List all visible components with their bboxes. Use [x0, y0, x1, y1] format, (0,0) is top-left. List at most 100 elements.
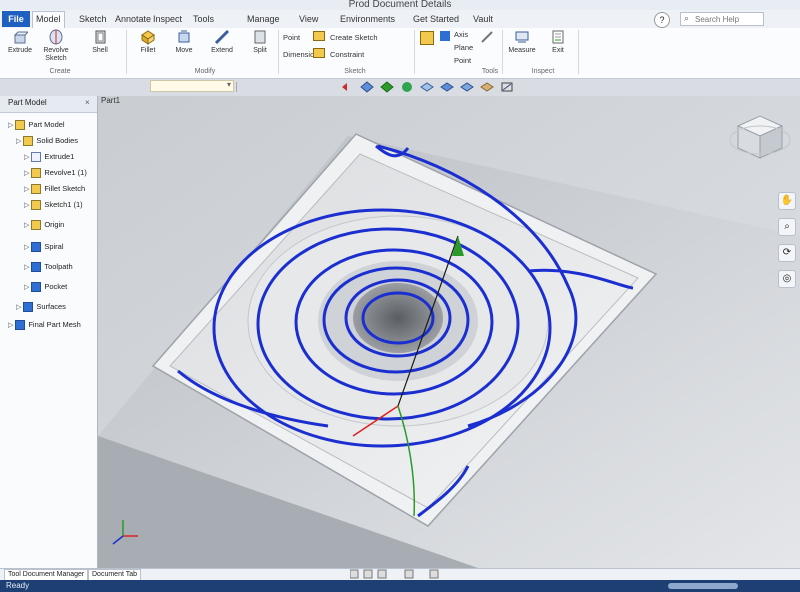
plane-item[interactable]: Plane [454, 43, 473, 53]
shell-label: Shell [92, 47, 108, 54]
expand-icon[interactable]: ▷ [24, 264, 31, 271]
shell-button[interactable]: Shell [82, 29, 118, 55]
tree-node-label: Final Part Mesh [28, 320, 81, 329]
tab-environments[interactable]: Environments [337, 12, 398, 26]
point-work-item[interactable]: Point [454, 56, 471, 66]
tree-node-label: Origin [44, 220, 65, 229]
view-orientation-dropdown[interactable] [150, 80, 234, 92]
body-icon [31, 282, 42, 293]
tab-tools[interactable]: Tools [190, 12, 217, 26]
tab-file[interactable]: File [2, 11, 30, 27]
axis-item[interactable]: Axis [454, 30, 468, 40]
tab-view[interactable]: View [296, 12, 321, 26]
shell-icon [95, 30, 106, 44]
tree-node[interactable]: ▷ Spiral [24, 240, 64, 254]
tree-node-label: Spiral [44, 242, 64, 251]
visual-style-icon[interactable] [380, 81, 394, 93]
sketch-icon [313, 31, 325, 41]
zoom-icon[interactable]: ⌕ [778, 218, 796, 236]
tree-node[interactable]: ▷ Revolve1 (1) [24, 166, 87, 180]
tab-vault[interactable]: Vault [470, 12, 496, 26]
extrude-button[interactable]: Extrude [2, 29, 38, 55]
move-icon [178, 30, 190, 43]
axis-icon [420, 31, 434, 45]
appearance-icon[interactable] [500, 81, 514, 93]
shaded-view-icon[interactable] [360, 81, 374, 93]
body-icon [23, 302, 34, 313]
split-icon [254, 30, 266, 44]
pencil-icon [480, 30, 494, 44]
tab-manage[interactable]: Manage [244, 12, 283, 26]
orbit-icon[interactable]: ⟳ [778, 244, 796, 262]
tree-node[interactable]: ▷ Toolpath [24, 260, 73, 274]
wireframe-icon[interactable] [420, 81, 434, 93]
tab-annotate[interactable]: Annotate [112, 12, 154, 26]
fillet-icon [141, 30, 155, 45]
measure-icon [515, 31, 529, 43]
move-button[interactable]: Move [166, 29, 202, 55]
close-icon[interactable]: × [85, 98, 90, 107]
tab-get-started[interactable]: Get Started [410, 12, 462, 26]
expand-icon[interactable]: ▷ [24, 244, 31, 251]
tree-node[interactable]: ▷ Extrude1 [24, 150, 74, 164]
exit-button[interactable]: Exit [540, 29, 576, 55]
split-button[interactable]: Split [242, 29, 278, 55]
pan-icon[interactable]: ✋ [778, 192, 796, 210]
view-controls[interactable] [349, 569, 450, 579]
body-icon [31, 262, 42, 273]
constraint-item[interactable]: Constraint [330, 50, 364, 60]
help-icon[interactable]: ? [654, 12, 670, 28]
viewport-canvas[interactable] [98, 96, 800, 568]
tree-node[interactable]: ▷ Solid Bodies [16, 134, 78, 148]
expand-icon[interactable]: ▷ [8, 122, 15, 129]
expand-icon[interactable]: ▷ [24, 154, 31, 161]
render-icon[interactable] [400, 81, 414, 93]
revolve-sketch-button[interactable]: Revolve Sketch [38, 29, 74, 63]
fillet-button[interactable]: Fillet [130, 29, 166, 55]
tree-node[interactable]: ▷ Fillet Sketch [24, 182, 85, 196]
expand-icon[interactable]: ▷ [24, 186, 31, 193]
tab-inspect[interactable]: Inspect [150, 12, 185, 26]
window-title: Prod Document Details [348, 0, 452, 10]
tree-node-label: Part Model [28, 120, 65, 129]
hidden-edges-icon[interactable] [440, 81, 454, 93]
expand-icon[interactable]: ▷ [24, 284, 31, 291]
dimension-icon [313, 48, 325, 58]
document-icon [31, 152, 42, 163]
tree-node[interactable]: ▷ Sketch1 (1) [24, 198, 83, 212]
expand-icon[interactable]: ▷ [24, 222, 31, 229]
create-sketch-item[interactable]: Create Sketch [330, 33, 378, 43]
tab-sketch[interactable]: Sketch [76, 12, 110, 26]
tree-node[interactable]: ▷ Part Model [8, 118, 65, 132]
expand-icon[interactable]: ▷ [8, 322, 15, 329]
expand-icon[interactable]: ▷ [16, 138, 23, 145]
point-item[interactable]: Point [283, 33, 300, 43]
tree-node[interactable]: ▷ Surfaces [16, 300, 66, 314]
graphics-viewport[interactable] [98, 96, 800, 568]
tree-node[interactable]: ▷ Pocket [24, 280, 67, 294]
expand-icon[interactable]: ▷ [24, 170, 31, 177]
zoom-slider[interactable] [668, 583, 738, 589]
tree-node[interactable]: ▷ Origin [24, 218, 64, 232]
feature-icon [31, 184, 42, 195]
look-at-icon[interactable]: ◎ [778, 270, 796, 288]
move-label: Move [175, 47, 193, 54]
extend-button[interactable]: Extend [204, 29, 240, 55]
toolbar-separator [236, 82, 237, 92]
tab-model[interactable]: Model [32, 11, 65, 29]
ribbon-separator [502, 30, 503, 74]
expand-icon[interactable]: ▷ [16, 304, 23, 311]
undo-icon[interactable] [340, 81, 354, 93]
materials-icon[interactable] [480, 81, 494, 93]
group-inspect-label: Inspect [531, 68, 555, 75]
split-label: Split [253, 47, 267, 54]
search-input[interactable]: Search Help [680, 12, 764, 26]
shadows-icon[interactable] [460, 81, 474, 93]
group-create-label: Create [49, 68, 71, 75]
exit-icon [552, 30, 564, 44]
tree-node-label: Fillet Sketch [44, 184, 86, 193]
document-tab[interactable]: Part1 [101, 96, 120, 105]
tree-node[interactable]: ▷ Final Part Mesh [8, 318, 81, 332]
measure-button[interactable]: Measure [504, 29, 540, 55]
expand-icon[interactable]: ▷ [24, 202, 31, 209]
